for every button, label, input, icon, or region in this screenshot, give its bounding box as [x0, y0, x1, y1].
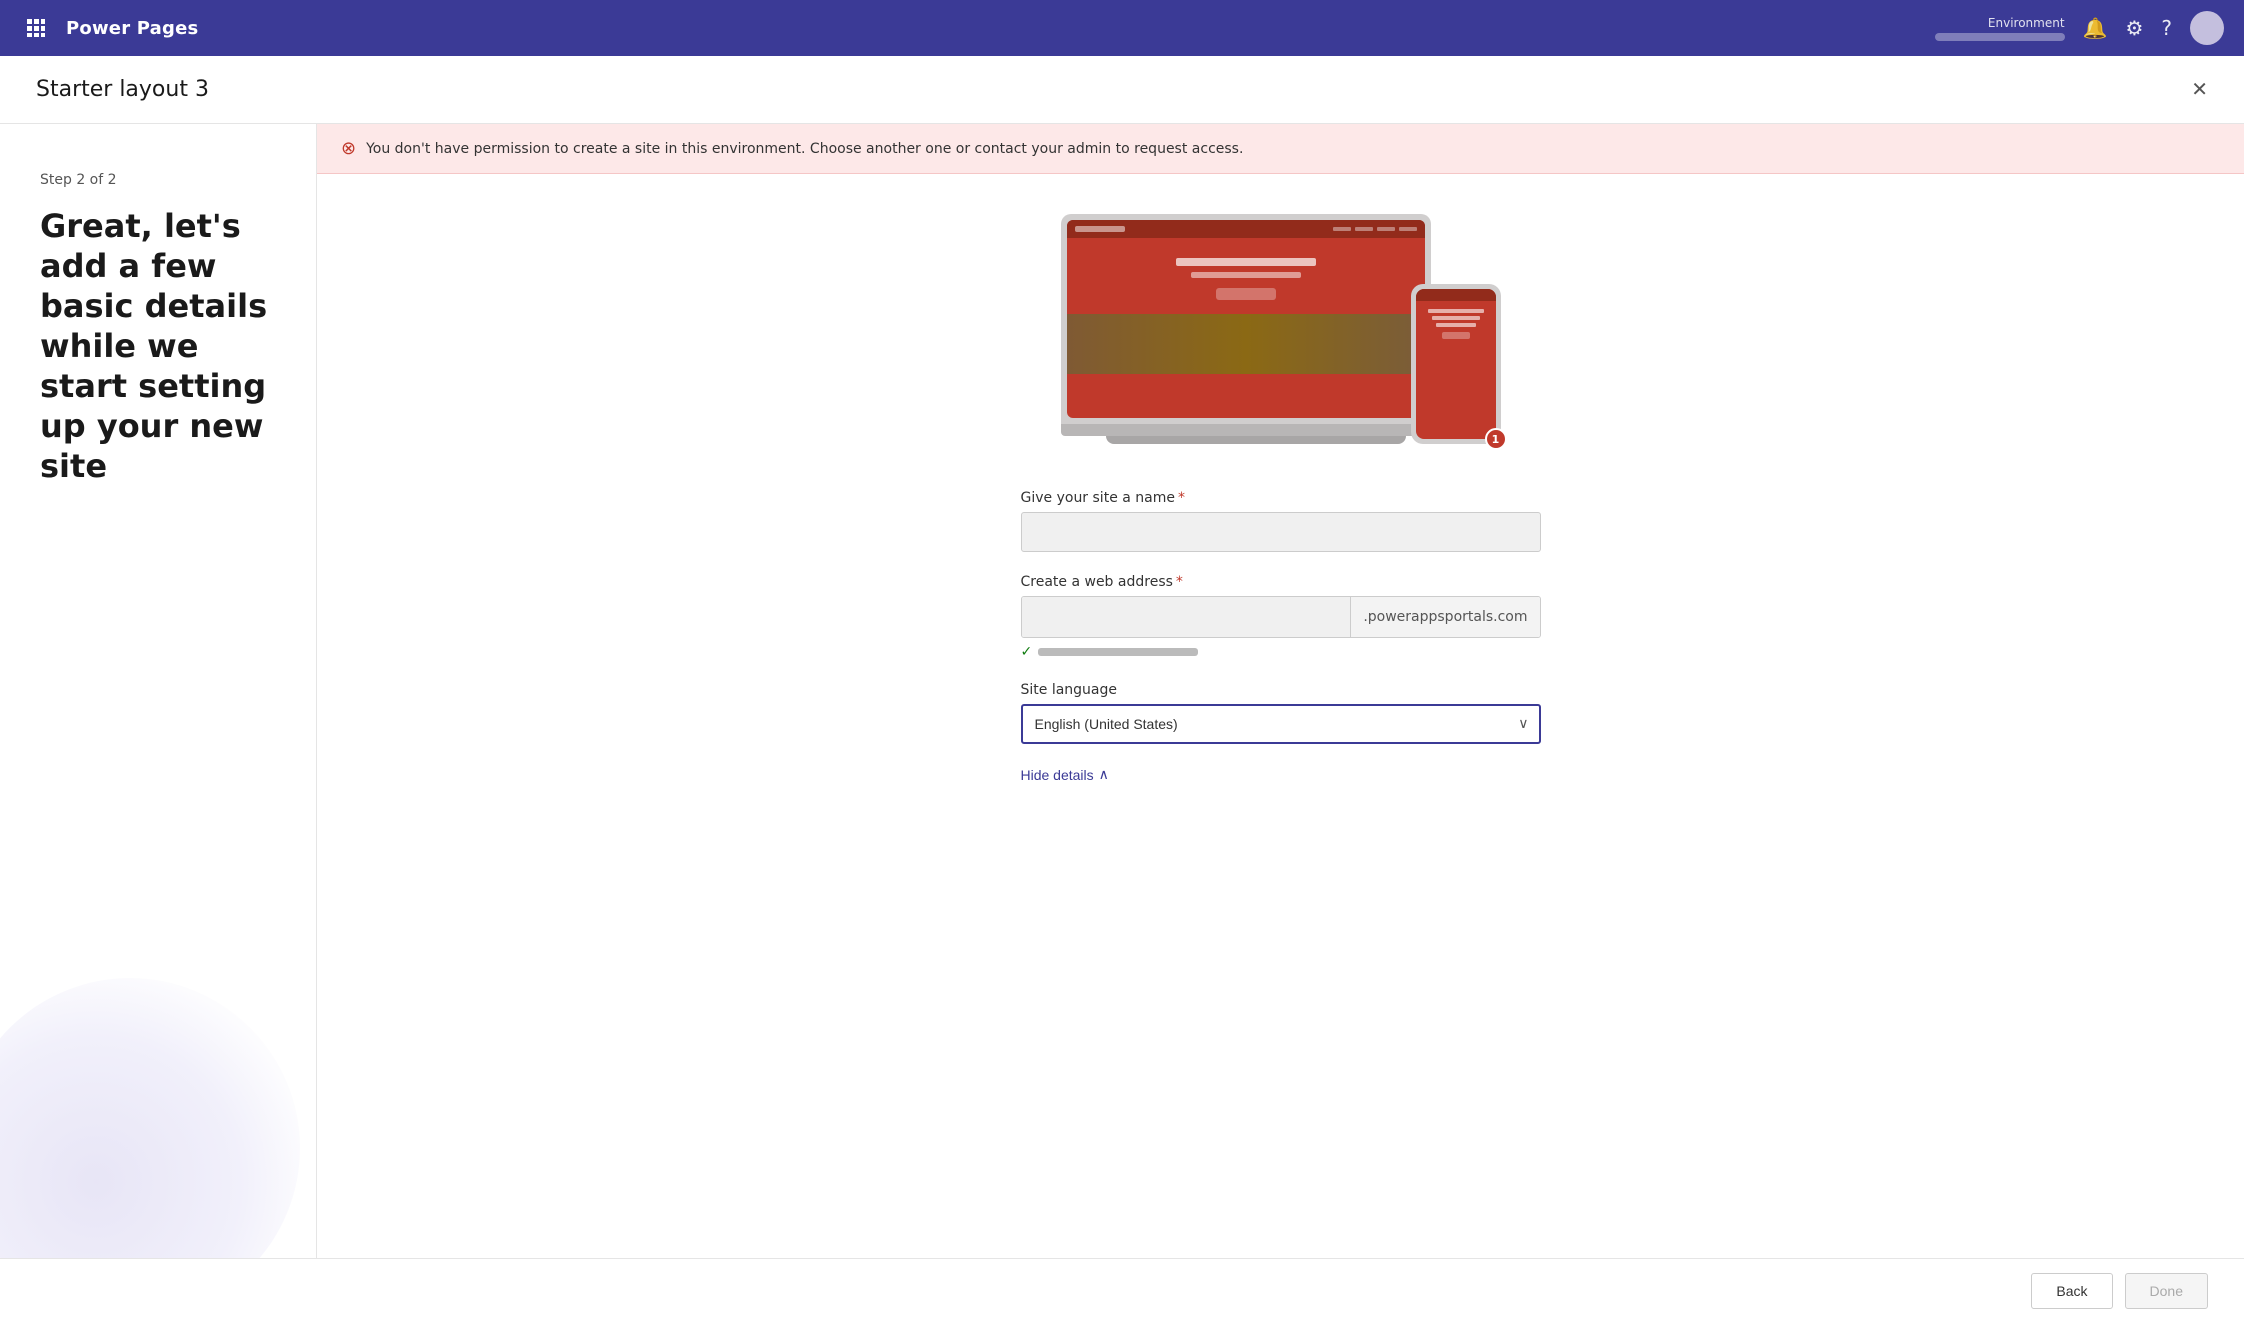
site-name-input[interactable] — [1021, 512, 1541, 552]
app-title: Power Pages — [66, 18, 198, 39]
nav-right-controls: Environment 🔔 ⚙ ? — [1935, 11, 2224, 45]
page-footer: Back Done — [0, 1258, 2244, 1322]
right-panel: ⊗ You don't have permission to create a … — [316, 124, 2244, 1258]
content-area: 1 Give your site a name* Create a web ad… — [317, 174, 2244, 823]
page-header: Starter layout 3 ✕ — [0, 56, 2244, 124]
settings-icon[interactable]: ⚙ — [2125, 16, 2143, 40]
language-group: Site language English (United States) Fr… — [1021, 682, 1541, 744]
page-title: Starter layout 3 — [36, 77, 209, 102]
check-icon: ✓ — [1021, 644, 1033, 660]
web-check-row: ✓ — [1021, 644, 1541, 660]
back-button[interactable]: Back — [2031, 1273, 2112, 1309]
site-preview: 1 — [1061, 214, 1501, 454]
web-address-label: Create a web address* — [1021, 574, 1541, 590]
error-banner: ⊗ You don't have permission to create a … — [317, 124, 2244, 174]
left-panel: Step 2 of 2 Great, let's add a few basic… — [0, 124, 316, 1258]
language-select-wrapper: English (United States) French (France) … — [1021, 704, 1541, 744]
done-button[interactable]: Done — [2125, 1273, 2208, 1309]
waffle-menu-icon[interactable] — [20, 12, 52, 44]
main-layout: Step 2 of 2 Great, let's add a few basic… — [0, 124, 2244, 1258]
avatar[interactable] — [2190, 11, 2224, 45]
env-value — [1935, 33, 2065, 41]
web-address-suffix: .powerappsportals.com — [1350, 597, 1539, 637]
language-select[interactable]: English (United States) French (France) … — [1021, 704, 1541, 744]
chevron-up-icon: ∧ — [1099, 766, 1109, 783]
help-icon[interactable]: ? — [2161, 16, 2172, 40]
phone-badge: 1 — [1485, 428, 1507, 450]
site-name-label: Give your site a name* — [1021, 490, 1541, 506]
decorative-blob — [0, 978, 300, 1258]
hide-details-label: Hide details — [1021, 767, 1094, 783]
close-button[interactable]: ✕ — [2191, 80, 2208, 100]
env-label: Environment — [1988, 16, 2065, 30]
check-text-bar — [1038, 648, 1198, 656]
hide-details-button[interactable]: Hide details ∧ — [1021, 766, 1109, 783]
laptop-mockup — [1061, 214, 1451, 444]
error-icon: ⊗ — [341, 138, 356, 159]
web-address-input[interactable] — [1022, 597, 1351, 637]
environment-selector[interactable]: Environment — [1935, 16, 2065, 41]
phone-mockup: 1 — [1411, 284, 1501, 444]
top-navigation: Power Pages Environment 🔔 ⚙ ? — [0, 0, 2244, 56]
step-label: Step 2 of 2 — [40, 172, 276, 188]
notification-icon[interactable]: 🔔 — [2083, 16, 2108, 40]
language-label: Site language — [1021, 682, 1541, 698]
error-message: You don't have permission to create a si… — [366, 141, 1243, 157]
step-heading: Great, let's add a few basic details whi… — [40, 206, 276, 486]
web-address-group: Create a web address* .powerappsportals.… — [1021, 574, 1541, 660]
web-address-row: .powerappsportals.com — [1021, 596, 1541, 638]
form-section: Give your site a name* Create a web addr… — [1021, 490, 1541, 783]
site-name-group: Give your site a name* — [1021, 490, 1541, 552]
